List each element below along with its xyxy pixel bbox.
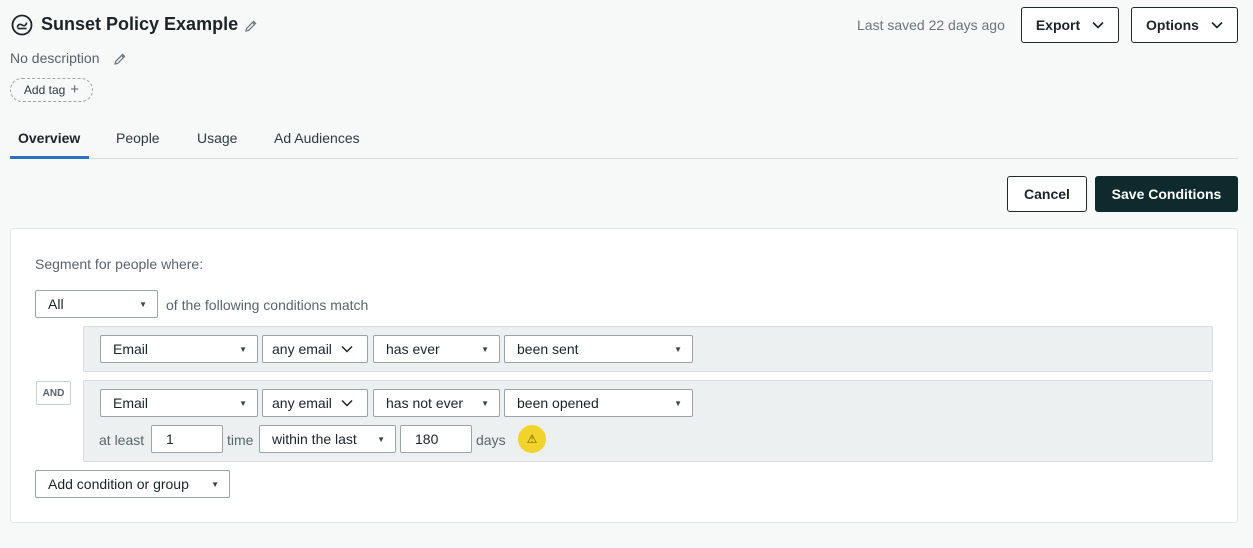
- email-action-select[interactable]: been opened ▼: [504, 389, 693, 417]
- email-scope-select[interactable]: any email: [262, 389, 368, 417]
- email-scope-value: any email: [272, 395, 332, 411]
- time-window-select[interactable]: within the last ▼: [259, 425, 396, 453]
- frequency-value: has not ever: [386, 395, 464, 411]
- options-label: Options: [1146, 17, 1199, 33]
- tab-people[interactable]: People: [116, 130, 160, 146]
- chevron-down-icon: [341, 399, 353, 407]
- caret-down-icon: ▼: [239, 344, 247, 354]
- segment-icon: [11, 14, 33, 36]
- caret-down-icon: ▼: [211, 479, 219, 489]
- export-dropdown-button[interactable]: Export: [1021, 7, 1119, 43]
- add-tag-label: Add tag: [23, 83, 66, 97]
- chevron-down-icon: [341, 345, 353, 353]
- condition-type-select[interactable]: Email ▼: [100, 335, 258, 363]
- tab-overview[interactable]: Overview: [18, 130, 80, 146]
- condition-type-value: Email: [113, 395, 149, 411]
- chevron-down-icon: [1211, 21, 1223, 29]
- email-scope-value: any email: [272, 341, 332, 357]
- export-label: Export: [1035, 17, 1081, 33]
- chevron-down-icon: [1092, 21, 1104, 29]
- email-action-value: been sent: [517, 341, 579, 357]
- email-action-select[interactable]: been sent ▼: [504, 335, 693, 363]
- caret-down-icon: ▼: [674, 344, 682, 354]
- days-input[interactable]: 180: [400, 425, 472, 453]
- match-description: of the following conditions match: [166, 297, 369, 313]
- condition-type-value: Email: [113, 341, 149, 357]
- time-window-value: within the last: [272, 431, 357, 447]
- tabs-divider: [10, 158, 1238, 159]
- email-scope-select[interactable]: any email: [262, 335, 368, 363]
- frequency-select[interactable]: has not ever ▼: [373, 389, 500, 417]
- tab-usage[interactable]: Usage: [197, 130, 237, 146]
- add-tag-button[interactable]: Add tag +: [10, 78, 93, 102]
- caret-down-icon: ▼: [239, 398, 247, 408]
- caret-down-icon: ▼: [481, 398, 489, 408]
- last-saved-status: Last saved 22 days ago: [857, 17, 1005, 33]
- edit-description-pencil-icon[interactable]: [113, 52, 127, 66]
- caret-down-icon: ▼: [674, 398, 682, 408]
- warning-icon[interactable]: ⚠: [518, 425, 546, 453]
- frequency-select[interactable]: has ever ▼: [373, 335, 500, 363]
- add-condition-or-group-select[interactable]: Add condition or group ▼: [35, 470, 230, 498]
- segment-label: Segment for people where:: [35, 256, 204, 272]
- save-conditions-button[interactable]: Save Conditions: [1095, 176, 1238, 212]
- and-operator-badge[interactable]: AND: [36, 381, 71, 405]
- count-input[interactable]: 1: [151, 425, 223, 453]
- edit-title-pencil-icon[interactable]: [244, 19, 258, 33]
- caret-down-icon: ▼: [139, 299, 147, 309]
- caret-down-icon: ▼: [481, 344, 489, 354]
- days-label: days: [476, 432, 506, 448]
- at-least-label: at least: [99, 432, 145, 448]
- email-action-value: been opened: [517, 395, 599, 411]
- options-dropdown-button[interactable]: Options: [1131, 7, 1238, 43]
- add-condition-label: Add condition or group: [48, 476, 189, 492]
- active-tab-indicator: [10, 156, 89, 159]
- plus-icon: +: [70, 81, 80, 98]
- segment-description: No description: [10, 50, 100, 66]
- page-title: Sunset Policy Example: [41, 14, 239, 34]
- caret-down-icon: ▼: [377, 434, 385, 444]
- time-label: time: [227, 432, 254, 448]
- condition-type-select[interactable]: Email ▼: [100, 389, 258, 417]
- match-mode-select[interactable]: All ▼: [35, 290, 158, 318]
- tab-ad-audiences[interactable]: Ad Audiences: [274, 130, 360, 146]
- frequency-value: has ever: [386, 341, 440, 357]
- cancel-button[interactable]: Cancel: [1007, 176, 1087, 212]
- match-mode-value: All: [48, 296, 64, 312]
